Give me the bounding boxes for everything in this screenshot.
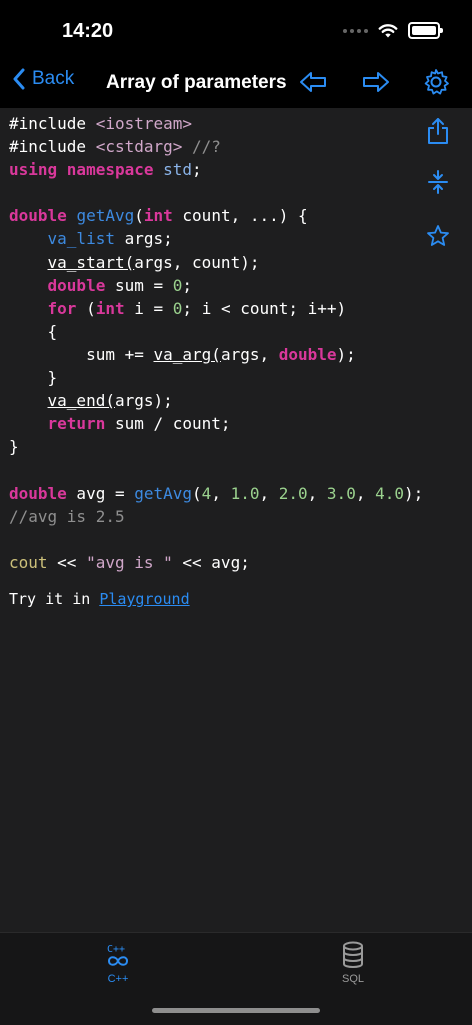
favorite-button[interactable] (424, 222, 452, 250)
code-line: } (9, 368, 58, 388)
share-icon (428, 118, 448, 144)
svg-text:C++: C++ (107, 944, 125, 955)
try-it-prefix: Try it in (9, 590, 100, 608)
code-line: va_start(args, count); (47, 252, 260, 272)
tab-label: SQL (341, 973, 364, 985)
code-line: using namespace std; (9, 160, 202, 180)
status-time: 14:20 (62, 20, 114, 42)
home-indicator (152, 1008, 320, 1013)
code-line: { (9, 321, 58, 341)
page-title: Array of parameters (106, 72, 287, 93)
nav-bar: Back Array of parameters (0, 56, 472, 108)
previous-button[interactable] (297, 66, 329, 98)
database-icon (343, 941, 363, 968)
next-button[interactable] (360, 66, 392, 98)
code-line: return sum / count; (47, 414, 231, 434)
code-line: for (int i = 0; i < count; i++) (47, 298, 347, 318)
code-line: #include <iostream> (9, 114, 193, 133)
share-button[interactable] (424, 117, 452, 145)
status-icons (343, 22, 443, 39)
playground-link[interactable]: Playground (99, 590, 189, 608)
status-bar: 14:20 (0, 0, 472, 56)
back-label: Back (32, 68, 75, 89)
wifi-icon (378, 23, 398, 37)
compress-icon (428, 170, 448, 194)
code-block: #include <iostream> #include <cstdarg> /… (9, 112, 423, 574)
arrow-left-icon (300, 72, 326, 92)
code-line: //avg is 2.5 (9, 506, 125, 526)
cpp-icon: C++ (107, 944, 129, 966)
code-line: sum += va_arg(args, double); (9, 344, 356, 364)
code-line: } (9, 437, 19, 457)
tab-sql[interactable]: SQL (313, 941, 393, 985)
code-line: va_end(args); (47, 391, 173, 411)
code-line: double sum = 0; (47, 275, 193, 295)
code-line: double avg = getAvg(4, 1.0, 2.0, 3.0, 4.… (9, 483, 424, 503)
star-icon (427, 225, 449, 246)
signal-icon (343, 28, 368, 33)
gear-icon (424, 69, 449, 95)
tab-cpp[interactable]: C++ C++ (78, 941, 158, 985)
try-it-line: Try it in Playground (9, 590, 190, 608)
code-line: va_list args; (47, 229, 173, 249)
code-line: #include <cstdarg> //? (9, 137, 221, 157)
settings-button[interactable] (420, 66, 452, 98)
code-line: cout << "avg is " << avg; (9, 552, 250, 572)
collapse-button[interactable] (424, 168, 452, 196)
chevron-left-icon (13, 68, 25, 90)
arrow-right-icon (363, 72, 389, 92)
battery-icon (408, 22, 443, 39)
code-line: double getAvg(int count, ...) { (9, 206, 308, 226)
back-button[interactable]: Back (12, 68, 74, 90)
tab-label: C++ (107, 973, 129, 985)
